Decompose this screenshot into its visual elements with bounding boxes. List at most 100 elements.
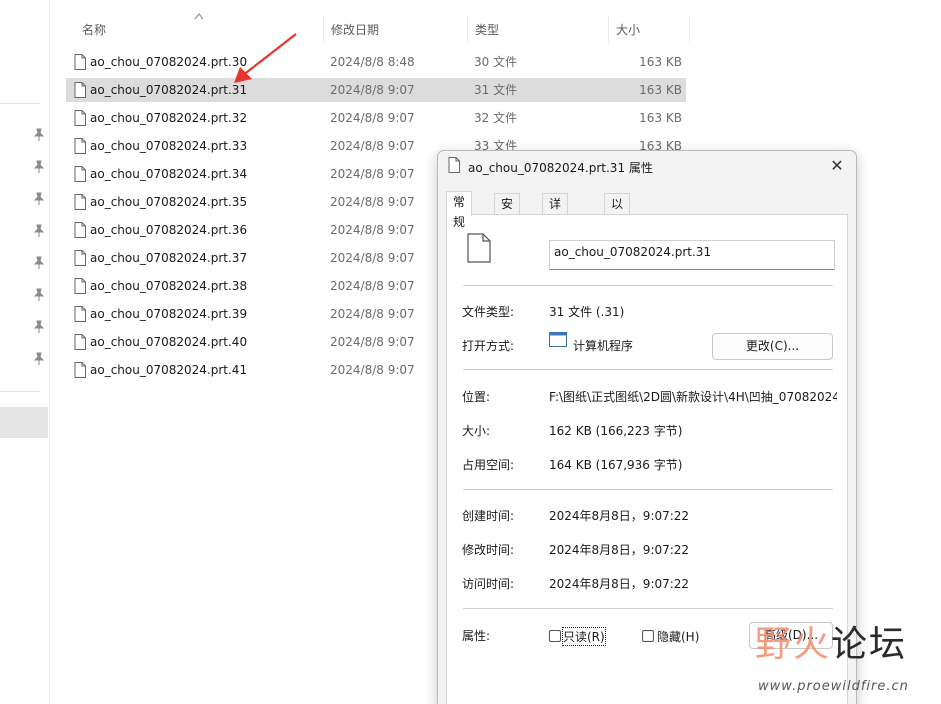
accessed-label: 访问时间: [462, 577, 515, 591]
pin-icon[interactable] [33, 320, 45, 334]
watermark-url: www.proewildfire.cn [758, 679, 909, 694]
divider [463, 285, 833, 286]
opens-with-label: 打开方式: [462, 339, 515, 353]
size-on-disk-label: 占用空间: [462, 458, 515, 472]
file-size: 163 KB [639, 55, 682, 69]
file-type-value: 31 文件 (.31) [549, 305, 625, 319]
accessed-value: 2024年8月8日，9:07:22 [549, 577, 690, 591]
file-icon [74, 82, 86, 98]
application-icon [549, 332, 567, 347]
file-name: ao_chou_07082024.prt.34 [90, 167, 248, 181]
pin-icon[interactable] [33, 128, 45, 142]
size-label: 大小: [462, 424, 491, 438]
created-value: 2024年8月8日，9:07:22 [549, 509, 690, 523]
file-name: ao_chou_07082024.prt.39 [90, 307, 248, 321]
file-name: ao_chou_07082024.prt.35 [90, 195, 248, 209]
file-row[interactable]: ao_chou_07082024.prt.30 2024/8/8 8:48 30… [66, 50, 686, 74]
dialog-title: ao_chou_07082024.prt.31 属性 [468, 161, 653, 175]
divider [463, 608, 833, 609]
file-date: 2024/8/8 9:07 [330, 279, 415, 293]
tab-details[interactable]: 详细信息 [542, 193, 569, 271]
navigation-pane [0, 0, 50, 704]
forum-watermark: 野火论坛 www.proewildfire.cn [755, 615, 941, 704]
file-date: 2024/8/8 9:07 [330, 335, 415, 349]
file-type-label: 文件类型: [462, 305, 515, 319]
file-date: 2024/8/8 9:07 [330, 195, 415, 209]
pin-icon[interactable] [33, 256, 45, 270]
size-on-disk-value: 164 KB (167,936 字节) [549, 458, 683, 472]
pin-icon[interactable] [33, 160, 45, 174]
created-label: 创建时间: [462, 509, 515, 523]
file-row[interactable]: ao_chou_07082024.prt.32 2024/8/8 9:07 32… [66, 106, 686, 130]
tab-previous-versions[interactable]: 以前的版本 [604, 193, 631, 291]
opens-with-value: 计算机程序 [573, 339, 634, 353]
divider [463, 369, 833, 370]
file-type: 32 文件 [474, 111, 518, 125]
file-row-selected[interactable]: ao_chou_07082024.prt.31 2024/8/8 9:07 31… [66, 78, 686, 102]
read-only-label[interactable]: 只读(R) [562, 627, 606, 646]
file-icon [448, 157, 460, 173]
watermark-title: 野火论坛 [755, 615, 907, 667]
nav-item-selected[interactable] [0, 407, 48, 438]
file-name: ao_chou_07082024.prt.30 [90, 55, 248, 69]
location-value: F:\图纸\正式图纸\2D圆\新款设计\4H\凹抽_07082024 [549, 390, 837, 404]
file-icon [74, 362, 86, 378]
hidden-checkbox[interactable] [642, 630, 654, 642]
file-name: ao_chou_07082024.prt.33 [90, 139, 248, 153]
file-icon [74, 110, 86, 126]
location-label: 位置: [462, 390, 491, 404]
tab-security[interactable]: 安全 [494, 193, 521, 231]
file-icon [74, 278, 86, 294]
file-date: 2024/8/8 9:07 [330, 111, 415, 125]
file-name: ao_chou_07082024.prt.38 [90, 279, 248, 293]
file-icon [74, 138, 86, 154]
watermark-title-part-a: 野火 [755, 624, 832, 665]
size-value: 162 KB (166,223 字节) [549, 424, 683, 438]
file-date: 2024/8/8 9:07 [330, 167, 415, 181]
file-date: 2024/8/8 9:07 [330, 251, 415, 265]
column-header-size[interactable]: 大小 [608, 16, 690, 44]
pin-icon[interactable] [33, 192, 45, 206]
file-name: ao_chou_07082024.prt.37 [90, 251, 248, 265]
read-only-checkbox[interactable] [549, 630, 561, 642]
pin-icon[interactable] [33, 352, 45, 366]
file-date: 2024/8/8 8:48 [330, 55, 415, 69]
file-date: 2024/8/8 9:07 [330, 83, 415, 97]
file-name: ao_chou_07082024.prt.41 [90, 363, 248, 377]
tab-general[interactable]: 常规 [446, 191, 473, 229]
file-icon [74, 250, 86, 266]
modified-label: 修改时间: [462, 543, 515, 557]
file-icon [74, 306, 86, 322]
file-name: ao_chou_07082024.prt.40 [90, 335, 248, 349]
file-icon [74, 334, 86, 350]
file-icon [74, 166, 86, 182]
file-date: 2024/8/8 9:07 [330, 139, 415, 153]
pin-icon[interactable] [33, 224, 45, 238]
pin-icon[interactable] [33, 288, 45, 302]
file-date: 2024/8/8 9:07 [330, 307, 415, 321]
file-size: 163 KB [639, 111, 682, 125]
divider [463, 489, 833, 490]
column-header-type[interactable]: 类型 [467, 16, 609, 44]
attributes-label: 属性: [462, 629, 491, 643]
red-arrow-annotation [234, 33, 297, 83]
file-name: ao_chou_07082024.prt.36 [90, 223, 248, 237]
change-button[interactable]: 更改(C)... [712, 333, 833, 360]
nav-divider [0, 391, 40, 392]
close-icon[interactable]: ✕ [826, 155, 848, 177]
file-icon [74, 54, 86, 70]
file-date: 2024/8/8 9:07 [330, 363, 415, 377]
file-icon [467, 233, 491, 263]
file-icon [74, 194, 86, 210]
column-header-date[interactable]: 修改日期 [323, 16, 468, 44]
file-date: 2024/8/8 9:07 [330, 223, 415, 237]
watermark-title-part-b: 论坛 [831, 624, 908, 665]
file-type: 31 文件 [474, 83, 518, 97]
nav-divider [0, 103, 40, 104]
hidden-label[interactable]: 隐藏(H) [657, 628, 699, 645]
file-name-input[interactable]: ao_chou_07082024.prt.31 [549, 240, 835, 270]
file-name: ao_chou_07082024.prt.31 [90, 83, 248, 97]
file-type: 30 文件 [474, 55, 518, 69]
modified-value: 2024年8月8日，9:07:22 [549, 543, 690, 557]
file-icon [74, 222, 86, 238]
